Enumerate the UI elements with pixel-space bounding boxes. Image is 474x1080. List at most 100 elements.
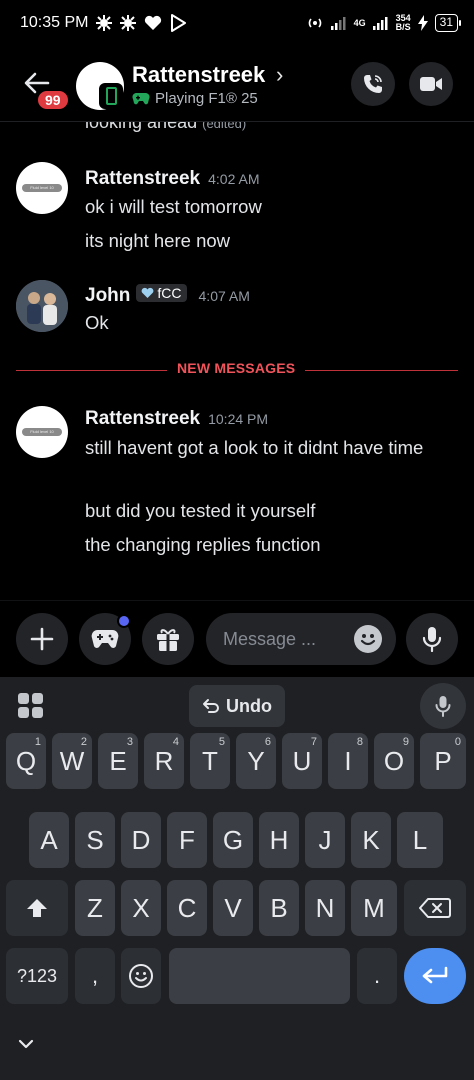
message-placeholder: Message ...: [223, 629, 317, 649]
key-u[interactable]: 7U: [282, 733, 322, 789]
backspace-key[interactable]: [404, 880, 466, 936]
key-o[interactable]: 9O: [374, 733, 414, 789]
add-attachment-button[interactable]: [16, 613, 68, 665]
key-k[interactable]: K: [351, 812, 391, 868]
apps-grid-icon[interactable]: [18, 693, 43, 718]
key-t[interactable]: 5T: [190, 733, 230, 789]
key-label: I: [344, 745, 352, 776]
key-x[interactable]: X: [121, 880, 161, 936]
keyboard-toolbar: Undo: [0, 677, 474, 735]
contact-name[interactable]: Rattenstreek: [132, 62, 265, 88]
enter-icon: [422, 966, 448, 984]
notification-icons: [96, 14, 187, 32]
message-text[interactable]: but did you tested it yourself: [85, 496, 455, 526]
key-label: X: [132, 892, 150, 923]
space-key[interactable]: [169, 948, 350, 1004]
voice-message-button[interactable]: [406, 613, 458, 665]
key-y[interactable]: 6Y: [236, 733, 276, 789]
key-hint: 2: [80, 736, 87, 748]
key-label: F: [179, 824, 195, 855]
chat-header: 99 Rattenstreek › Playing F1® 25: [0, 46, 474, 122]
signal-icon-2: [372, 17, 388, 30]
video-camera-icon: [420, 77, 442, 91]
key-m[interactable]: M: [351, 880, 397, 936]
author-name[interactable]: John: [85, 285, 130, 306]
key-i[interactable]: 8I: [328, 733, 368, 789]
status-right: 4G 354 B/S 31: [306, 14, 462, 32]
server-tag[interactable]: fCC: [136, 284, 187, 302]
key-v[interactable]: V: [213, 880, 253, 936]
author-name[interactable]: Rattenstreek: [85, 408, 200, 429]
voice-call-button[interactable]: [351, 62, 395, 106]
key-label: S: [86, 824, 104, 855]
key-d[interactable]: D: [121, 812, 161, 868]
message-text[interactable]: still havent got a look to it didnt have…: [85, 433, 455, 463]
key-b[interactable]: B: [259, 880, 299, 936]
key-e[interactable]: 3E: [98, 733, 138, 789]
gift-button[interactable]: [142, 613, 194, 665]
author-name[interactable]: Rattenstreek: [85, 168, 200, 189]
key-label: Z: [87, 892, 103, 923]
period-key[interactable]: .: [357, 948, 397, 1004]
avatar[interactable]: Fluid level 10: [16, 162, 68, 214]
key-w[interactable]: 2W: [52, 733, 92, 789]
emoji-key[interactable]: [121, 948, 161, 1004]
comma-key[interactable]: ,: [75, 948, 115, 1004]
key-label: K: [362, 824, 380, 855]
avatar[interactable]: [16, 280, 68, 332]
message-text[interactable]: Ok: [85, 308, 455, 338]
key-label: Y: [247, 745, 265, 776]
key-label: B: [270, 892, 288, 923]
message-author[interactable]: Rattenstreek 10:24 PM: [85, 408, 268, 430]
message-text[interactable]: the changing replies function: [85, 530, 455, 560]
key-s[interactable]: S: [75, 812, 115, 868]
shift-key[interactable]: [6, 880, 68, 936]
key-label: T: [202, 745, 218, 776]
enter-key[interactable]: [404, 948, 466, 1004]
message-text: looking ahead: [85, 122, 198, 132]
gift-icon: [157, 629, 179, 651]
message-list[interactable]: looking ahead (edited) Fluid level 10 Ra…: [0, 122, 474, 600]
message-text[interactable]: its night here now: [85, 226, 455, 256]
voice-typing-button[interactable]: [420, 683, 466, 729]
microphone-icon: [435, 696, 451, 717]
play-store-notification-icon: [171, 14, 187, 32]
key-a[interactable]: A: [29, 812, 69, 868]
message-input[interactable]: Message ...: [206, 613, 396, 665]
key-label: N: [315, 892, 335, 923]
key-g[interactable]: G: [213, 812, 253, 868]
status-time: 10:35 PM: [20, 14, 89, 31]
key-label: H: [269, 824, 289, 855]
battery-indicator: 31: [434, 14, 462, 32]
activities-button[interactable]: [79, 613, 131, 665]
emoji-button[interactable]: [354, 625, 382, 653]
charging-icon: [417, 15, 428, 31]
chevron-right-icon[interactable]: ›: [276, 62, 283, 88]
key-hint: 3: [126, 736, 133, 748]
key-label: ?123: [16, 965, 58, 986]
message-author[interactable]: John fCC 4:07 AM: [85, 284, 250, 307]
avatar[interactable]: Fluid level 10: [16, 406, 68, 458]
key-q[interactable]: 1Q: [6, 733, 46, 789]
undo-button[interactable]: Undo: [189, 685, 285, 727]
settings-notification-icon: [96, 15, 113, 31]
symbols-key[interactable]: ?123: [6, 948, 68, 1004]
edited-label: (edited): [202, 122, 247, 131]
key-hint: 0: [454, 736, 461, 748]
key-r[interactable]: 4R: [144, 733, 184, 789]
chevron-down-icon: [18, 1039, 34, 1049]
message-text[interactable]: ok i will test tomorrow: [85, 192, 455, 222]
message-timestamp: 4:07 AM: [198, 288, 250, 304]
key-j[interactable]: J: [305, 812, 345, 868]
key-n[interactable]: N: [305, 880, 345, 936]
key-f[interactable]: F: [167, 812, 207, 868]
video-call-button[interactable]: [409, 62, 453, 106]
key-h[interactable]: H: [259, 812, 299, 868]
message-author[interactable]: Rattenstreek 4:02 AM: [85, 168, 259, 190]
key-l[interactable]: L: [397, 812, 443, 868]
plus-icon: [30, 627, 54, 651]
key-p[interactable]: 0P: [420, 733, 466, 789]
key-c[interactable]: C: [167, 880, 207, 936]
key-z[interactable]: Z: [75, 880, 115, 936]
hide-keyboard-button[interactable]: [16, 1037, 36, 1056]
